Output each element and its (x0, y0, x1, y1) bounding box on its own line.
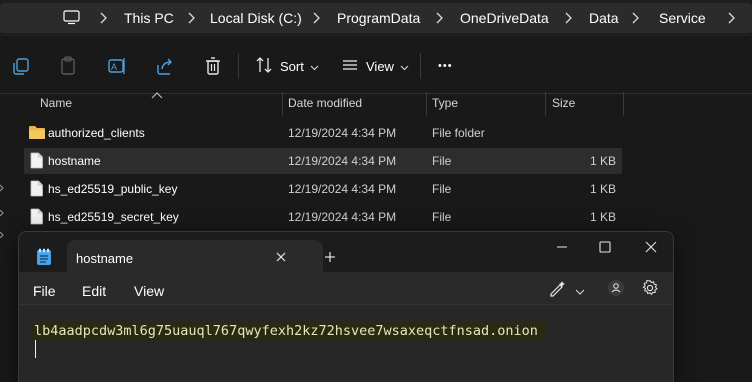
delete-icon[interactable] (202, 55, 224, 77)
file-date: 12/19/2024 4:34 PM (288, 126, 397, 140)
tab-hostname[interactable]: hostname (67, 240, 323, 274)
sort-icon (255, 56, 273, 77)
file-size: 1 KB (589, 154, 616, 168)
toolbar-divider (420, 53, 421, 79)
chevron-right-icon[interactable] (311, 11, 321, 25)
maximize-icon[interactable] (598, 240, 612, 254)
column-divider[interactable] (623, 92, 624, 116)
file-type: File (432, 154, 452, 168)
file-size: 1 KB (589, 182, 616, 196)
text-caret (35, 340, 36, 358)
copy-icon[interactable] (10, 55, 32, 77)
sort-label: Sort (280, 58, 304, 74)
editor-content[interactable]: lb4aadpcdw3ml6g75uauql767qwyfexh2kz72hsv… (31, 321, 545, 341)
paste-icon[interactable] (57, 55, 79, 77)
chevron-down-icon (310, 59, 319, 74)
rename-icon[interactable]: A (106, 55, 128, 77)
breadcrumb-this-pc[interactable]: This PC (124, 10, 174, 26)
chevron-right-icon[interactable] (98, 11, 108, 25)
nav-pane-edge (0, 180, 4, 240)
menu-edit[interactable]: Edit (82, 283, 106, 299)
tab-title: hostname (76, 251, 134, 266)
pc-icon[interactable] (63, 10, 80, 25)
column-header-date[interactable]: Date modified (288, 96, 362, 118)
chevron-right-icon[interactable] (563, 11, 573, 25)
close-window-icon[interactable] (644, 240, 658, 254)
file-row-selected[interactable]: hostname 12/19/2024 4:34 PM File 1 KB (24, 148, 622, 174)
more-options-button[interactable]: ••• (438, 55, 453, 77)
chevron-right-icon[interactable] (630, 11, 640, 25)
file-name: hs_ed25519_public_key (48, 182, 178, 196)
file-date: 12/19/2024 4:34 PM (288, 210, 397, 224)
notepad-menubar: File Edit View (19, 272, 673, 304)
file-type: File (432, 182, 452, 196)
notepad-titlebar[interactable]: hostname (19, 232, 673, 274)
chevron-down-icon (400, 59, 409, 74)
file-type: File (432, 210, 452, 224)
settings-gear-icon[interactable] (641, 279, 659, 297)
column-divider[interactable] (282, 92, 283, 116)
file-icon (30, 208, 44, 225)
toolbar-divider (238, 53, 239, 79)
chevron-right-icon[interactable] (186, 11, 196, 25)
column-header-size[interactable]: Size (552, 96, 575, 118)
svg-text:A: A (111, 62, 117, 72)
notepad-editor[interactable]: lb4aadpcdw3ml6g75uauql767qwyfexh2kz72hsv… (19, 304, 673, 382)
view-button[interactable]: View (341, 55, 409, 77)
breadcrumb-programdata[interactable]: ProgramData (337, 10, 420, 26)
file-icon (30, 180, 44, 197)
file-row[interactable]: hs_ed25519_public_key 12/19/2024 4:34 PM… (24, 176, 622, 202)
file-name: hs_ed25519_secret_key (48, 210, 179, 224)
file-row[interactable]: hs_ed25519_secret_key 12/19/2024 4:34 PM… (24, 204, 622, 230)
share-icon[interactable] (154, 55, 176, 77)
notepad-window: hostname File Edit View lb4aadpcdw3ml6g7… (18, 231, 674, 382)
chevron-down-icon[interactable] (575, 284, 585, 295)
file-row[interactable]: authorized_clients 12/19/2024 4:34 PM Fi… (24, 120, 622, 146)
chevron-right-icon[interactable] (726, 11, 736, 25)
account-icon[interactable] (607, 279, 625, 297)
breadcrumb-data[interactable]: Data (589, 10, 619, 26)
breadcrumb-local-disk[interactable]: Local Disk (C:) (210, 10, 302, 26)
file-type: File folder (432, 126, 485, 140)
chevron-right-icon[interactable] (434, 11, 444, 25)
menu-view[interactable]: View (134, 283, 164, 299)
column-divider[interactable] (426, 92, 427, 116)
menu-file[interactable]: File (33, 283, 56, 299)
view-list-icon (341, 56, 359, 77)
more-dots-icon: ••• (438, 60, 453, 72)
new-tab-icon[interactable] (323, 250, 337, 264)
file-date: 12/19/2024 4:34 PM (288, 154, 397, 168)
sort-button[interactable]: Sort (255, 55, 319, 77)
column-divider[interactable] (545, 92, 546, 116)
column-header-type[interactable]: Type (432, 96, 458, 118)
sort-ascending-icon (151, 88, 163, 99)
minimize-icon[interactable] (555, 240, 569, 254)
file-size: 1 KB (589, 210, 616, 224)
file-date: 12/19/2024 4:34 PM (288, 182, 397, 196)
command-bar: A Sort View ••• (0, 36, 752, 94)
file-name: hostname (48, 154, 101, 168)
address-bar: This PC Local Disk (C:) ProgramData OneD… (0, 0, 752, 36)
folder-icon (28, 125, 46, 140)
breadcrumb-service[interactable]: Service (659, 10, 706, 26)
close-tab-icon[interactable] (274, 250, 288, 264)
file-icon (30, 152, 44, 169)
view-label: View (366, 58, 394, 74)
copilot-rewrite-icon[interactable] (548, 279, 568, 297)
file-name: authorized_clients (48, 126, 145, 140)
notepad-app-icon (36, 248, 52, 266)
column-header-name[interactable]: Name (40, 96, 72, 118)
breadcrumb-onedrivedata[interactable]: OneDriveData (460, 10, 549, 26)
